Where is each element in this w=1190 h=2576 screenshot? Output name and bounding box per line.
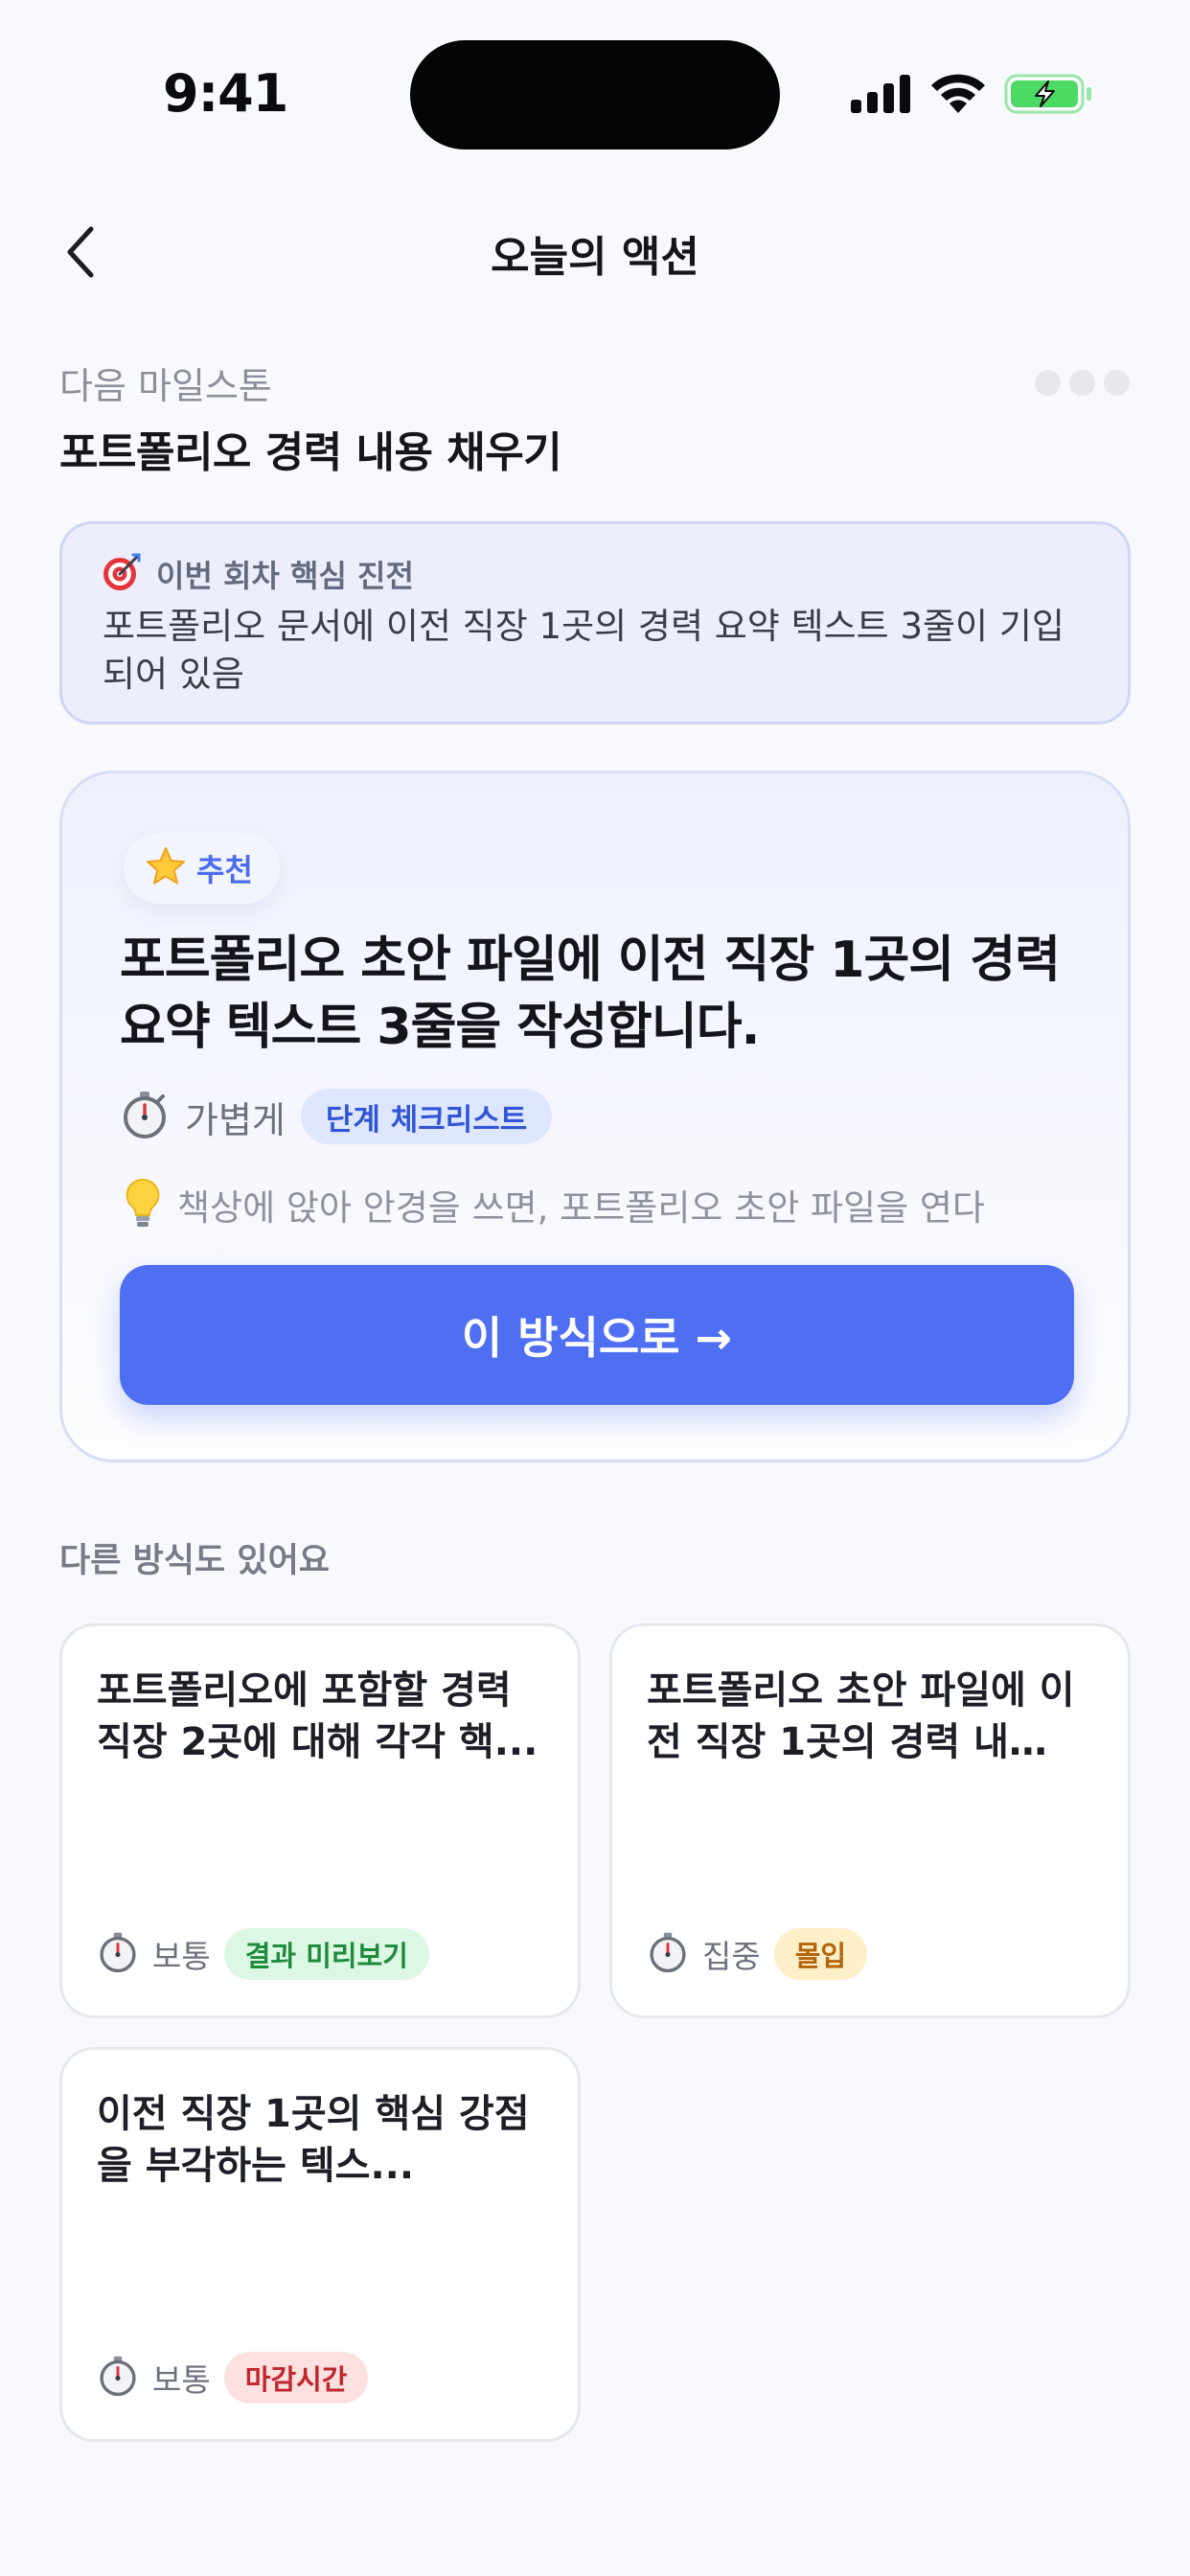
alternative-card-title: 포트폴리오 초안 파일에 이전 직장 1곳의 경력 내…	[647, 1668, 1075, 1764]
recommended-tag: 단계 체크리스트	[300, 1089, 553, 1144]
core-progress-text: 포트폴리오 문서에 이전 직장 1곳의 경력 요약 텍스트 3줄이 기입되어 있…	[103, 606, 1064, 695]
recommended-badge-label: 추천	[196, 852, 253, 888]
core-progress-label: 이번 회차 핵심 진전	[156, 558, 414, 594]
recommended-card: 추천 포트폴리오 초안 파일에 이전 직장 1곳의 경력 요약 텍스트 3줄을 …	[59, 770, 1131, 1462]
alternative-card-tag: 결과 미리보기	[223, 1928, 429, 1980]
target-icon	[101, 551, 143, 597]
signal-icon	[851, 73, 912, 115]
recommended-tip: 책상에 앉아 안경을 쓰면, 포트폴리오 초안 파일을 연다	[124, 1176, 985, 1233]
recommended-tip-text: 책상에 앉아 안경을 쓰면, 포트폴리오 초안 파일을 연다	[177, 1187, 985, 1229]
dynamic-island	[410, 40, 780, 150]
alternatives-heading: 다른 방식도 있어요	[59, 1542, 330, 1580]
status-bar: 9:41	[0, 0, 1190, 192]
alternative-card[interactable]: 이전 직장 1곳의 핵심 강점을 부각하는 텍스... 보통 마감시간	[59, 2047, 581, 2442]
page-title: 오늘의 액션	[491, 233, 699, 282]
alternative-card-tag: 마감시간	[223, 2352, 369, 2404]
stopwatch-icon	[647, 1931, 689, 1977]
recommended-meta: 가볍게 단계 체크리스트	[120, 1088, 553, 1145]
core-progress-header: 이번 회차 핵심 진전	[101, 553, 414, 595]
milestone-label: 다음 마일스톤	[59, 365, 272, 407]
progress-dots	[1035, 370, 1131, 397]
alternative-card-tag: 몰입	[773, 1928, 868, 1980]
milestone-title: 포트폴리오 경력 내용 채우기	[59, 428, 562, 477]
alternative-card-effort: 보통	[152, 1938, 211, 1975]
alternative-card-effort: 보통	[152, 2361, 211, 2399]
stopwatch-icon	[97, 2355, 139, 2401]
alternative-card[interactable]: 포트폴리오에 포함할 경력 직장 2곳에 대해 각각 핵... 보통 결과 미리…	[59, 1623, 581, 2018]
recommended-title: 포트폴리오 초안 파일에 이전 직장 1곳의 경력 요약 텍스트 3줄을 작성합…	[120, 932, 1061, 1056]
wifi-icon	[929, 73, 987, 115]
alternative-card[interactable]: 포트폴리오 초안 파일에 이전 직장 1곳의 경력 내… 집중 몰입	[609, 1623, 1131, 2018]
lightbulb-icon	[124, 1177, 162, 1232]
alternative-card-meta: 집중 몰입	[647, 1927, 868, 1981]
alternative-card-meta: 보통 결과 미리보기	[97, 1927, 429, 1981]
alternative-card-title: 포트폴리오에 포함할 경력 직장 2곳에 대해 각각 핵...	[97, 1668, 538, 1764]
status-time: 9:41	[163, 63, 288, 124]
alternative-card-effort: 집중	[702, 1938, 761, 1975]
status-icons	[851, 73, 1091, 121]
progress-dot	[1104, 370, 1130, 396]
use-this-approach-button[interactable]: 이 방식으로 →	[120, 1265, 1074, 1405]
progress-dot	[1069, 370, 1095, 396]
progress-dot	[1035, 370, 1061, 396]
alternative-card-title: 이전 직장 1곳의 핵심 강점을 부각하는 텍스...	[97, 2092, 530, 2188]
star-icon	[145, 845, 187, 891]
alternative-card-meta: 보통 마감시간	[97, 2351, 369, 2404]
stopwatch-icon	[97, 1931, 139, 1977]
recommended-effort: 가볍게	[185, 1098, 286, 1141]
stopwatch-icon	[120, 1090, 170, 1143]
core-progress-box: 이번 회차 핵심 진전 포트폴리오 문서에 이전 직장 1곳의 경력 요약 텍스…	[59, 521, 1131, 724]
recommended-badge: 추천	[124, 833, 280, 904]
battery-charging-icon	[1004, 73, 1094, 115]
